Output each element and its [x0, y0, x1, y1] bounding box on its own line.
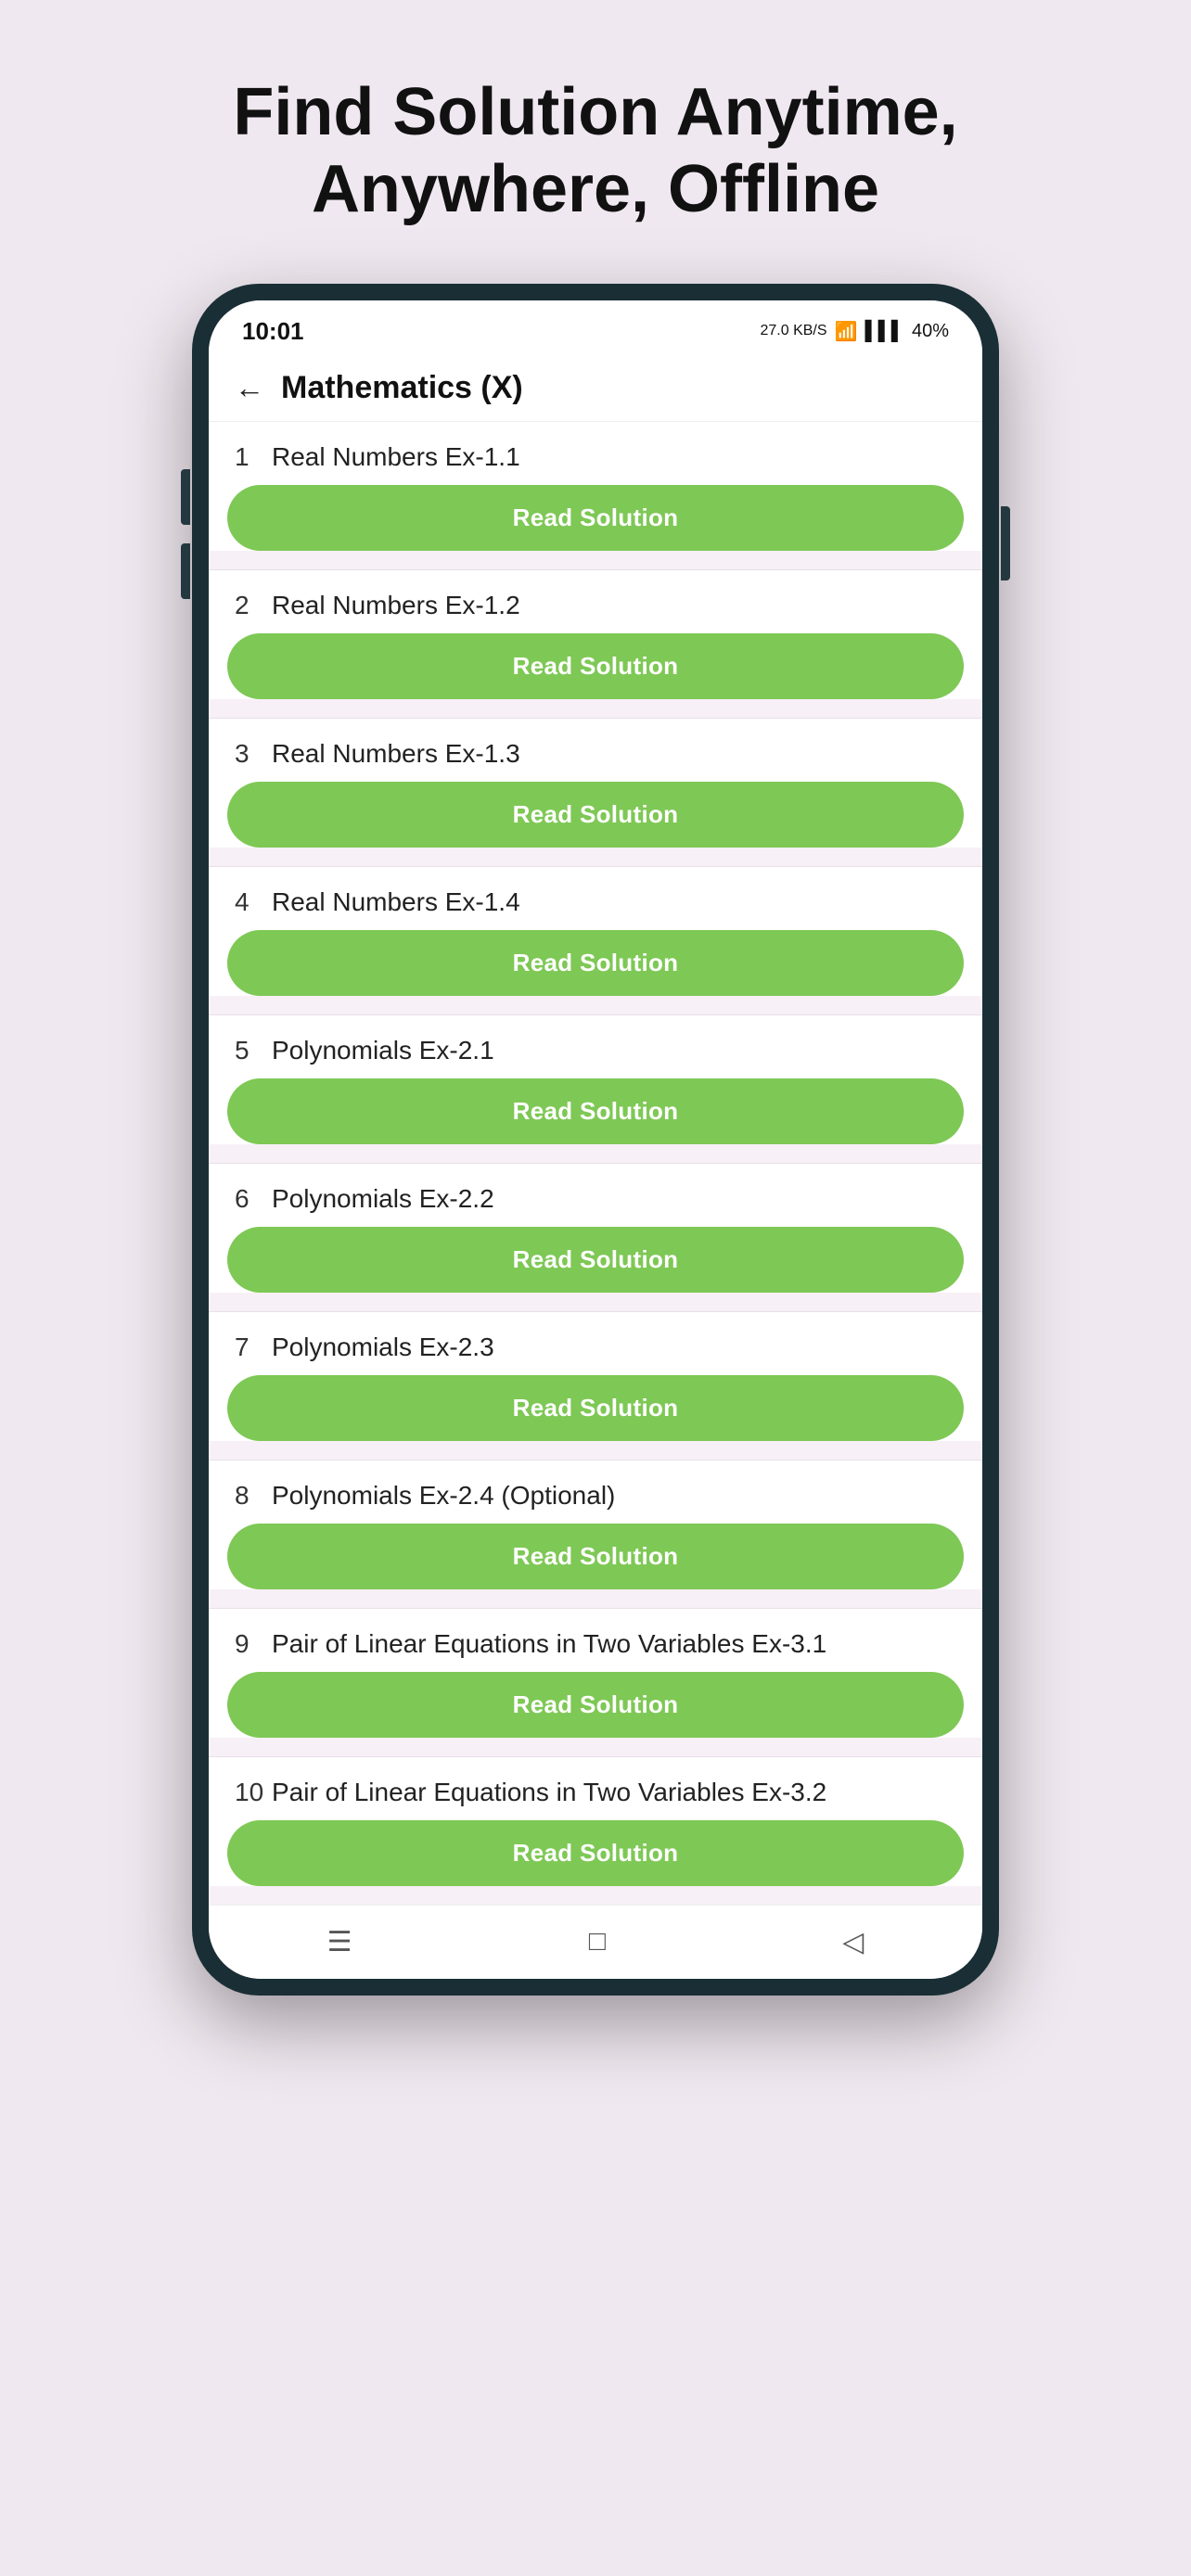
read-solution-button[interactable]: Read Solution: [227, 1227, 964, 1293]
list-item-header: 7Polynomials Ex-2.3: [209, 1312, 982, 1375]
item-label: Pair of Linear Equations in Two Variable…: [272, 1778, 826, 1807]
solution-list: 1Real Numbers Ex-1.1Read Solution2Real N…: [209, 422, 982, 1905]
list-item: 5Polynomials Ex-2.1Read Solution: [209, 1014, 982, 1144]
read-solution-button[interactable]: Read Solution: [227, 1672, 964, 1738]
item-label: Polynomials Ex-2.4 (Optional): [272, 1481, 615, 1511]
list-item: 6Polynomials Ex-2.2Read Solution: [209, 1163, 982, 1293]
item-number: 10: [235, 1778, 272, 1807]
status-kb: 27.0 KB/S: [761, 323, 827, 339]
read-solution-button[interactable]: Read Solution: [227, 1820, 964, 1886]
list-item-header: 8Polynomials Ex-2.4 (Optional): [209, 1460, 982, 1524]
item-label: Real Numbers Ex-1.1: [272, 442, 520, 472]
item-number: 9: [235, 1629, 272, 1659]
item-number: 3: [235, 739, 272, 769]
back-button[interactable]: ←: [235, 371, 264, 405]
list-item-header: 1Real Numbers Ex-1.1: [209, 422, 982, 485]
item-label: Real Numbers Ex-1.3: [272, 739, 520, 769]
phone-frame: 10:01 27.0 KB/S 📶 ▌▌▌ 40% ← Mathematics …: [192, 284, 999, 1996]
item-number: 4: [235, 887, 272, 917]
read-solution-button[interactable]: Read Solution: [227, 485, 964, 551]
page-title: Find Solution Anytime, Anywhere, Offline: [178, 74, 1013, 228]
signal-icon: ▌▌▌: [864, 321, 904, 342]
nav-bar: ☰ □ ◁: [209, 1905, 982, 1979]
status-time: 10:01: [242, 317, 304, 346]
read-solution-button[interactable]: Read Solution: [227, 1375, 964, 1441]
item-number: 1: [235, 442, 272, 472]
status-icons: 27.0 KB/S 📶 ▌▌▌ 40%: [761, 320, 950, 343]
app-header: ← Mathematics (X): [209, 355, 982, 422]
list-item-header: 6Polynomials Ex-2.2: [209, 1164, 982, 1227]
read-solution-button[interactable]: Read Solution: [227, 1524, 964, 1589]
list-item-header: 10Pair of Linear Equations in Two Variab…: [209, 1757, 982, 1820]
item-label: Real Numbers Ex-1.2: [272, 591, 520, 620]
list-item: 10Pair of Linear Equations in Two Variab…: [209, 1756, 982, 1886]
item-number: 8: [235, 1481, 272, 1511]
list-item-header: 2Real Numbers Ex-1.2: [209, 570, 982, 633]
back-nav-icon[interactable]: ◁: [842, 1926, 864, 1958]
list-item-header: 5Polynomials Ex-2.1: [209, 1015, 982, 1078]
item-label: Pair of Linear Equations in Two Variable…: [272, 1629, 826, 1659]
list-item-header: 9Pair of Linear Equations in Two Variabl…: [209, 1609, 982, 1672]
wifi-icon: 📶: [835, 320, 858, 343]
item-label: Polynomials Ex-2.3: [272, 1333, 494, 1362]
status-bar: 10:01 27.0 KB/S 📶 ▌▌▌ 40%: [209, 300, 982, 355]
list-item: 7Polynomials Ex-2.3Read Solution: [209, 1311, 982, 1441]
list-item-header: 4Real Numbers Ex-1.4: [209, 867, 982, 930]
read-solution-button[interactable]: Read Solution: [227, 930, 964, 996]
item-label: Real Numbers Ex-1.4: [272, 887, 520, 917]
item-label: Polynomials Ex-2.1: [272, 1036, 494, 1065]
power-button: [1001, 506, 1010, 580]
read-solution-button[interactable]: Read Solution: [227, 633, 964, 699]
phone-screen: 10:01 27.0 KB/S 📶 ▌▌▌ 40% ← Mathematics …: [209, 300, 982, 1979]
item-number: 5: [235, 1036, 272, 1065]
list-item: 9Pair of Linear Equations in Two Variabl…: [209, 1608, 982, 1738]
item-number: 2: [235, 591, 272, 620]
list-item: 3Real Numbers Ex-1.3Read Solution: [209, 718, 982, 848]
vol-down-button: [181, 543, 190, 599]
item-number: 7: [235, 1333, 272, 1362]
home-icon[interactable]: □: [589, 1926, 606, 1958]
item-label: Polynomials Ex-2.2: [272, 1184, 494, 1214]
battery-label: 40%: [912, 321, 949, 342]
item-number: 6: [235, 1184, 272, 1214]
read-solution-button[interactable]: Read Solution: [227, 1078, 964, 1144]
screen-title: Mathematics (X): [281, 370, 523, 406]
read-solution-button[interactable]: Read Solution: [227, 782, 964, 848]
list-item-header: 3Real Numbers Ex-1.3: [209, 719, 982, 782]
list-item: 1Real Numbers Ex-1.1Read Solution: [209, 422, 982, 551]
list-item: 2Real Numbers Ex-1.2Read Solution: [209, 569, 982, 699]
list-item: 8Polynomials Ex-2.4 (Optional)Read Solut…: [209, 1460, 982, 1589]
vol-up-button: [181, 469, 190, 525]
menu-icon[interactable]: ☰: [327, 1926, 352, 1958]
list-item: 4Real Numbers Ex-1.4Read Solution: [209, 866, 982, 996]
